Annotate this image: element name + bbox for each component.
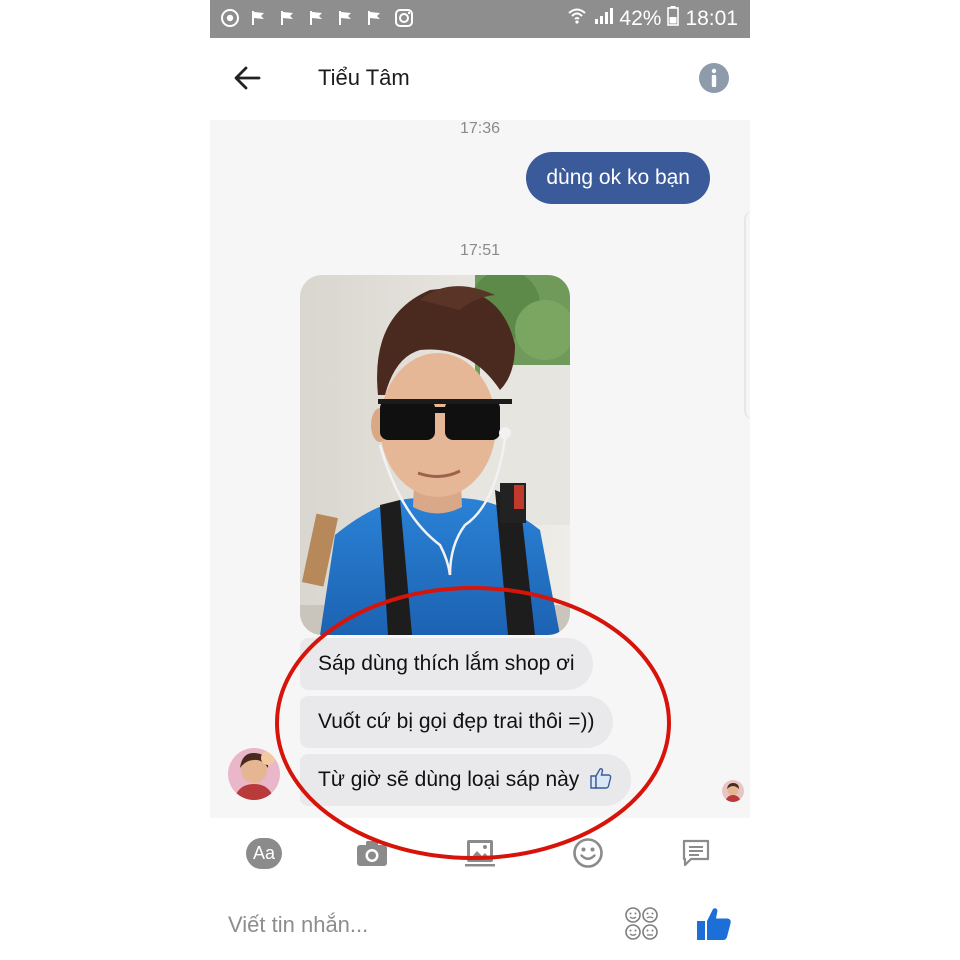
flag-icon bbox=[336, 8, 356, 28]
arrow-left-icon[interactable] bbox=[232, 62, 264, 94]
status-bar: 42% 18:01 bbox=[210, 0, 750, 38]
chat-icon[interactable] bbox=[676, 833, 716, 873]
wifi-icon bbox=[567, 7, 587, 31]
battery-icon bbox=[667, 6, 680, 32]
incoming-message[interactable]: Sáp dùng thích lắm shop ơi bbox=[300, 638, 593, 690]
text-button-label: Aa bbox=[245, 837, 283, 869]
flag-icon bbox=[249, 8, 269, 28]
gallery-icon[interactable] bbox=[460, 833, 500, 873]
emoji-icon[interactable] bbox=[568, 833, 608, 873]
instagram-icon bbox=[394, 8, 414, 28]
conversation-header: Tiểu Tâm bbox=[210, 38, 750, 120]
thumbs-up-icon[interactable] bbox=[694, 904, 734, 944]
signal-icon bbox=[593, 7, 614, 31]
phone-screen: 42% 18:01 Tiểu Tâm 17:36 dùng ok ko bạn … bbox=[210, 0, 750, 960]
selfie-photo bbox=[300, 275, 570, 635]
thumbs-up-emoji-icon bbox=[589, 758, 613, 810]
text-button[interactable]: Aa bbox=[244, 833, 284, 873]
timestamp: 17:51 bbox=[459, 242, 501, 259]
contact-name[interactable]: Tiểu Tâm bbox=[318, 65, 410, 91]
flag-icon bbox=[307, 8, 327, 28]
clock: 18:01 bbox=[685, 7, 738, 30]
info-icon[interactable] bbox=[698, 62, 730, 94]
incoming-message[interactable]: Vuốt cứ bị gọi đẹp trai thôi =)) bbox=[300, 696, 613, 748]
read-receipt-avatar bbox=[722, 780, 744, 802]
avatar[interactable] bbox=[228, 748, 280, 800]
message-thread[interactable]: 17:36 dùng ok ko bạn 17:51 Sáp dùng thíc… bbox=[210, 120, 750, 818]
composer-toolbar: Aa bbox=[210, 818, 750, 886]
message-text: Từ giờ sẽ dùng loại sáp này bbox=[318, 768, 580, 791]
stickers-icon[interactable] bbox=[624, 906, 660, 942]
flag-icon bbox=[365, 8, 385, 28]
camera-icon[interactable] bbox=[352, 833, 392, 873]
incoming-message[interactable]: Từ giờ sẽ dùng loại sáp này bbox=[300, 754, 632, 806]
photo-message[interactable] bbox=[300, 275, 570, 635]
message-composer[interactable]: Viết tin nhắn... bbox=[210, 886, 750, 960]
notification-icons bbox=[220, 8, 414, 28]
message-input[interactable]: Viết tin nhắn... bbox=[228, 912, 368, 938]
status-right: 42% 18:01 bbox=[567, 6, 738, 32]
flag-icon bbox=[278, 8, 298, 28]
battery-percent: 42% bbox=[619, 7, 662, 30]
outgoing-message[interactable]: dùng ok ko bạn bbox=[526, 152, 710, 204]
chrome-icon bbox=[220, 8, 240, 28]
timestamp: 17:36 bbox=[459, 120, 501, 137]
